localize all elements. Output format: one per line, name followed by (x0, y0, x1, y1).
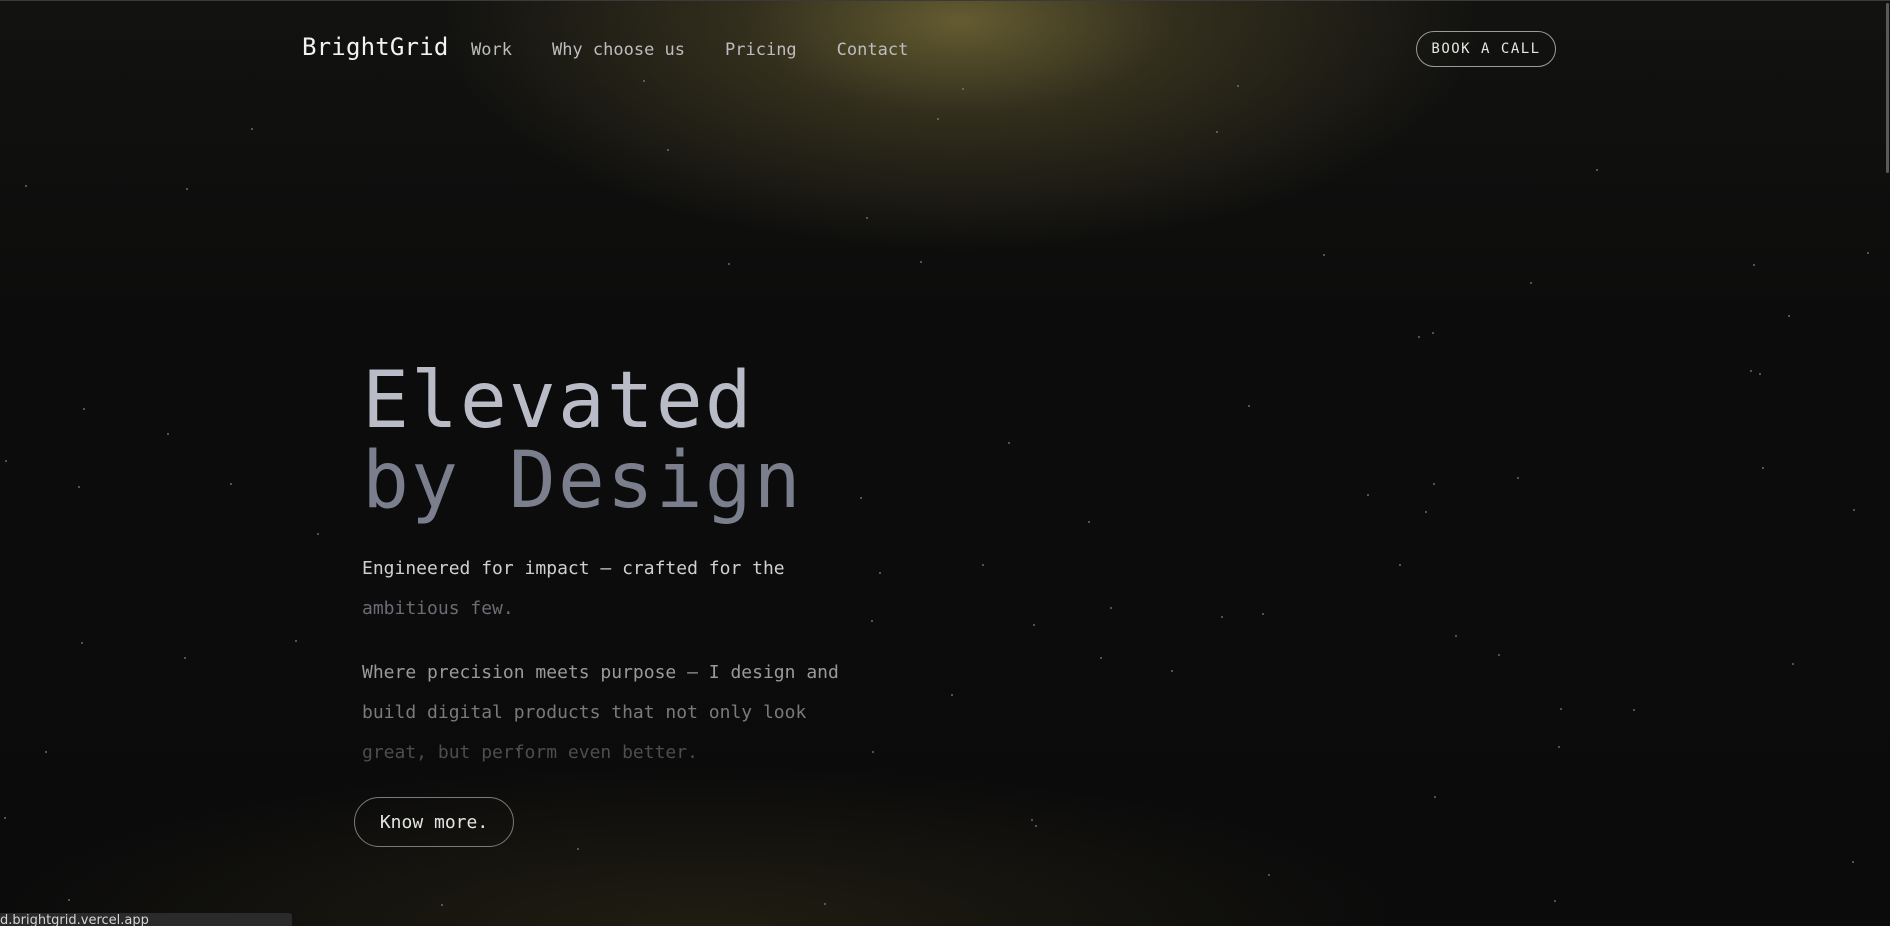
star-dot (824, 903, 826, 905)
star-dot (1262, 613, 1264, 615)
star-dot (1425, 511, 1427, 513)
hero-title-line-2: by Design (362, 436, 803, 526)
star-dot (1434, 796, 1436, 798)
star-dot (25, 185, 27, 187)
star-dot (1792, 663, 1794, 665)
star-dot (1753, 264, 1755, 266)
star-dot (1560, 708, 1562, 710)
star-dot (1418, 336, 1420, 338)
star-dot (1216, 131, 1218, 133)
star-dot (866, 217, 868, 219)
star-dot (167, 433, 169, 435)
link-status-bar: d.brightgrid.vercel.app (0, 913, 292, 926)
star-dot (1455, 635, 1457, 637)
star-dot (317, 533, 319, 535)
description-line-2: build digital products that not only loo… (362, 702, 807, 723)
tagline-line-1: Engineered for impact — crafted for the (362, 558, 785, 579)
star-dot (1762, 467, 1764, 469)
star-dot (1110, 607, 1112, 609)
star-dot (1171, 670, 1173, 672)
nav-link-pricing[interactable]: Pricing (725, 40, 797, 60)
star-dot (1268, 874, 1270, 876)
star-dot (4, 817, 6, 819)
star-dot (1853, 509, 1855, 511)
tagline-line-2: ambitious few. (362, 598, 514, 619)
star-dot (962, 88, 964, 90)
star-dot (728, 263, 730, 265)
description-line-1: Where precision meets purpose — I design… (362, 662, 839, 683)
top-navigation: BrightGrid Work Why choose us Pricing Co… (0, 27, 1890, 71)
star-dot (83, 408, 85, 410)
star-dot (951, 694, 953, 696)
star-dot (1432, 332, 1434, 334)
star-dot (1367, 494, 1369, 496)
star-dot (1031, 819, 1033, 821)
star-dot (81, 642, 83, 644)
star-dot (1221, 616, 1223, 618)
star-dot (1100, 657, 1102, 659)
star-dot (982, 564, 984, 566)
star-dot (78, 486, 80, 488)
scrollbar-thumb[interactable] (1886, 3, 1889, 173)
star-dot (295, 640, 297, 642)
page-viewport: BrightGrid Work Why choose us Pricing Co… (0, 0, 1890, 926)
star-dot (1558, 746, 1560, 748)
star-dot (1517, 477, 1519, 479)
star-dot (871, 620, 873, 622)
book-a-call-button[interactable]: BOOK A CALL (1416, 31, 1556, 67)
star-dot (1035, 825, 1037, 827)
star-dot (1554, 900, 1556, 902)
nav-link-work[interactable]: Work (471, 40, 512, 60)
page-scrollbar[interactable] (1884, 1, 1890, 926)
star-dot (879, 572, 881, 574)
hero-tagline: Engineered for impact — crafted for the … (362, 549, 832, 629)
star-dot (1399, 564, 1401, 566)
nav-links: Work Why choose us Pricing Contact (471, 40, 908, 60)
star-dot (68, 899, 70, 901)
star-dot (643, 80, 645, 82)
nav-link-why-choose-us[interactable]: Why choose us (552, 40, 685, 60)
nav-link-contact[interactable]: Contact (837, 40, 909, 60)
star-dot (251, 128, 253, 130)
description-line-3: great, but perform even better. (362, 742, 698, 763)
star-dot (5, 460, 7, 462)
star-dot (1759, 373, 1761, 375)
star-dot (1008, 442, 1010, 444)
star-dot (441, 904, 443, 906)
star-dot (1033, 624, 1035, 626)
know-more-button[interactable]: Know more. (354, 797, 514, 847)
star-dot (1750, 370, 1752, 372)
brand-logo[interactable]: BrightGrid (302, 33, 449, 61)
star-dot (184, 657, 186, 659)
star-dot (577, 848, 579, 850)
star-dot (1633, 709, 1635, 711)
star-dot (1323, 254, 1325, 256)
star-dot (45, 751, 47, 753)
hero-description: Where precision meets purpose — I design… (362, 653, 862, 773)
star-dot (1596, 169, 1598, 171)
star-dot (1530, 282, 1532, 284)
star-dot (860, 497, 862, 499)
starfield-background (0, 1, 1890, 926)
star-dot (667, 149, 669, 151)
star-dot (1788, 315, 1790, 317)
star-dot (1433, 483, 1435, 485)
star-dot (1088, 521, 1090, 523)
hero-title-line-1: Elevated (362, 356, 754, 446)
star-dot (920, 261, 922, 263)
star-dot (1852, 861, 1854, 863)
star-dot (1237, 85, 1239, 87)
star-dot (872, 751, 874, 753)
star-dot (1867, 252, 1869, 254)
hero-title: Elevated by Design (362, 361, 803, 521)
star-dot (1248, 405, 1250, 407)
star-dot (937, 118, 939, 120)
star-dot (186, 188, 188, 190)
star-dot (1498, 654, 1500, 656)
star-dot (230, 483, 232, 485)
